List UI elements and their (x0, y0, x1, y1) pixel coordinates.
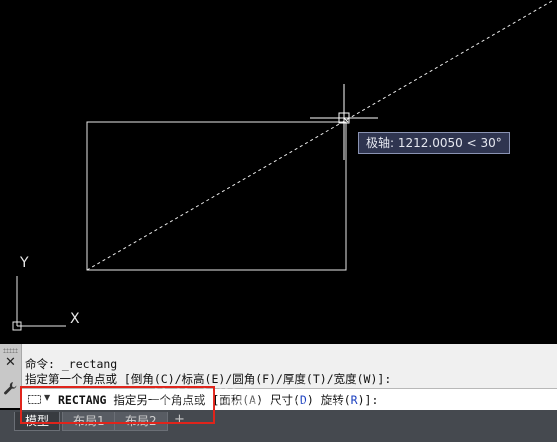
tab-model[interactable]: 模型 (14, 412, 61, 431)
drawing-canvas[interactable]: Y X 极轴: 1212.0050 < 30° (0, 0, 557, 344)
command-prompt-icon[interactable] (28, 395, 41, 404)
command-line-sidebar: ✕ (0, 344, 22, 408)
command-history-line: 指定第一个角点或 [倒角(C)/标高(E)/圆角(F)/厚度(T)/宽度(W)]… (25, 372, 392, 386)
polar-tooltip-value: 1212.0050 < 30° (397, 136, 502, 150)
add-layout-button[interactable]: + (174, 412, 185, 427)
wrench-icon[interactable] (2, 380, 18, 396)
ucs-icon (12, 276, 66, 331)
ucs-y-label: Y (20, 255, 29, 271)
command-history-line: 命令: _rectang (25, 357, 118, 371)
command-name: RECTANG (58, 393, 107, 407)
option-dimension[interactable]: 尺寸(D) (270, 393, 314, 407)
prompt-main: 指定另一个角点或 [面积(A) (113, 393, 264, 407)
close-icon[interactable]: ✕ (4, 356, 17, 369)
polar-tooltip-label: 极轴: (366, 136, 395, 150)
polar-tooltip: 极轴: 1212.0050 < 30° (358, 132, 510, 154)
layout-tab-bar: 模型 布局1 布局2 + (0, 410, 557, 442)
tab-layout1[interactable]: 布局1 (62, 412, 116, 431)
tab-layout2[interactable]: 布局2 (114, 412, 168, 431)
command-prompt-text: RECTANG 指定另一个角点或 [面积(A) 尺寸(D) 旋转(R)]: (58, 393, 379, 407)
chevron-down-icon[interactable]: ▼ (44, 393, 50, 402)
command-input[interactable]: ▼ RECTANG 指定另一个角点或 [面积(A) 尺寸(D) 旋转(R)]: (22, 388, 557, 412)
drawing-svg (12, 0, 555, 331)
ucs-x-label: X (70, 311, 80, 327)
drag-grip-icon[interactable] (3, 348, 18, 353)
option-rotation[interactable]: 旋转(R (321, 393, 358, 407)
